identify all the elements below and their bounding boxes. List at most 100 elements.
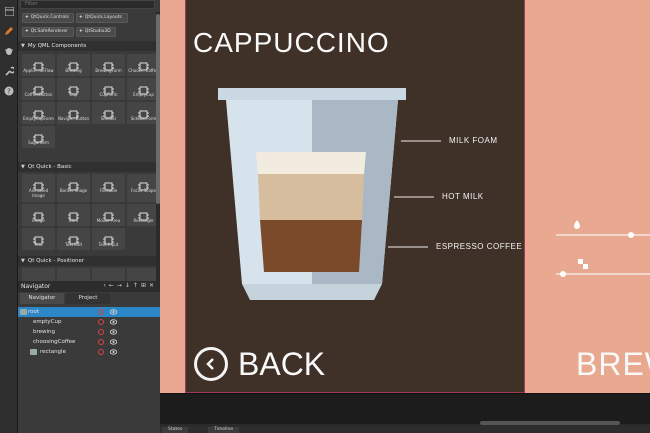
navigator-tree-row[interactable]: rectangle — [18, 347, 160, 357]
library-item[interactable]: BrewingForm — [92, 54, 125, 76]
library-item[interactable]: Applic...onFlow — [22, 54, 55, 76]
export-toggle-icon[interactable] — [98, 319, 104, 325]
filter-icon[interactable]: ⊞ — [141, 282, 149, 289]
sugar-slider-handle[interactable] — [560, 271, 566, 277]
library-item-label: Flickable — [99, 188, 118, 193]
library-item-label: Text — [34, 242, 43, 247]
ingredient-label-milk-foam: MILK FOAM — [449, 136, 498, 145]
import-button-safe-renderer[interactable]: + Qt.SafeRenderer — [22, 27, 74, 37]
section-my-qml-components[interactable]: ▼ My QML Components — [18, 41, 156, 51]
component-icon — [138, 176, 149, 191]
close-icon[interactable]: ✕ — [149, 282, 157, 289]
tab-states[interactable]: States — [162, 427, 189, 433]
section-qt-quick-positioner[interactable]: ▼ Qt Quick - Positioner — [18, 256, 156, 266]
library-item[interactable]: Naviga...Button — [57, 102, 90, 124]
tab-timeline[interactable]: Timeline — [208, 427, 240, 433]
form-editor-canvas[interactable]: CAPPUCCINO MILK FOAM HOT MILK ESPRESSO C… — [160, 0, 650, 433]
component-icon — [138, 104, 149, 119]
tab-project[interactable]: Project — [66, 293, 110, 304]
library-item-label: Naviga...Button — [57, 116, 90, 121]
canvas-horizontal-scrollbar[interactable] — [480, 421, 620, 425]
brew-button[interactable]: BREW — [576, 346, 650, 383]
back-button[interactable]: BACK — [194, 346, 325, 382]
library-item[interactable]: Text — [22, 228, 55, 250]
grid-icon[interactable] — [2, 4, 16, 18]
component-icon — [33, 230, 44, 245]
component-icon — [138, 56, 149, 71]
wrench-icon[interactable] — [2, 64, 16, 78]
library-item-label: CofffeeButton — [24, 92, 53, 97]
library-item-positioner[interactable] — [92, 268, 125, 282]
component-icon — [103, 56, 114, 71]
section-title: Qt Quick - Positioner — [27, 258, 85, 264]
library-item-label: Brewing — [65, 68, 82, 73]
library-item[interactable]: Cup — [57, 78, 90, 100]
library-item-label: Image — [32, 218, 45, 223]
bottom-tab-bar: States Timeline — [160, 426, 650, 433]
cup-lid — [218, 88, 406, 100]
tree-item-name: brewing — [33, 329, 56, 335]
arrow-up-icon[interactable]: ↑ — [133, 282, 141, 289]
library-item-positioner[interactable] — [57, 268, 90, 282]
import-label: QtStudio3D — [84, 29, 111, 34]
eye-icon[interactable] — [109, 349, 118, 355]
collapse-triangle-icon: ▼ — [21, 258, 25, 264]
arrow-right-icon[interactable]: → — [117, 282, 125, 289]
component-icon — [103, 176, 114, 191]
component-icon — [103, 230, 114, 245]
plus-icon: + — [25, 29, 29, 34]
library-item-label: Border Image — [59, 188, 88, 193]
export-toggle-icon[interactable] — [98, 309, 104, 315]
library-item[interactable]: Brewing — [57, 54, 90, 76]
library-item[interactable]: SugarItem — [22, 126, 55, 148]
component-icon — [103, 104, 114, 119]
library-item[interactable]: Text Edit — [57, 228, 90, 250]
import-button-qtquick-layouts[interactable]: + QtQuick.Layouts — [76, 13, 128, 23]
arrow-left-icon[interactable]: ← — [109, 282, 117, 289]
chevron-left-icon — [194, 347, 228, 381]
tab-navigator[interactable]: Navigator — [20, 293, 64, 304]
component-icon — [68, 80, 79, 95]
eye-icon[interactable] — [109, 319, 118, 325]
library-item[interactable]: CofffeeButton — [22, 78, 55, 100]
navigator-tree-row[interactable]: root — [18, 307, 160, 317]
section-qt-quick-basic[interactable]: ▼ Qt Quick - Basic — [18, 162, 156, 172]
export-toggle-icon[interactable] — [98, 349, 104, 355]
eye-icon[interactable] — [109, 309, 118, 315]
library-item[interactable]: Mouse Area — [92, 204, 125, 226]
library-filter-input[interactable]: Filter — [20, 0, 155, 9]
library-item[interactable]: Flickable — [92, 174, 125, 202]
item-type-icon — [30, 349, 37, 355]
component-icon — [33, 80, 44, 95]
navigator-tree-row[interactable]: brewing — [18, 327, 160, 337]
component-icon — [138, 80, 149, 95]
library-item[interactable]: EmptyCupForm — [22, 102, 55, 124]
app-preview: CAPPUCCINO MILK FOAM HOT MILK ESPRESSO C… — [160, 0, 650, 394]
svg-text:?: ? — [7, 88, 11, 96]
navigator-tree-row[interactable]: emptyCup — [18, 317, 160, 327]
library-item[interactable]: Border Image — [57, 174, 90, 202]
library-item-positioner[interactable] — [22, 268, 55, 282]
eye-icon[interactable] — [109, 339, 118, 345]
water-slider-handle[interactable] — [628, 232, 634, 238]
navigator-tree-row[interactable]: choosingCoffee — [18, 337, 160, 347]
navigator-toolbar[interactable]: ‹←→↓↑⊞✕ — [103, 282, 157, 289]
help-icon[interactable]: ? — [2, 84, 16, 98]
component-icon — [103, 80, 114, 95]
export-toggle-icon[interactable] — [98, 339, 104, 345]
bug-icon[interactable] — [2, 44, 16, 58]
tree-item-name: root — [28, 309, 40, 315]
eye-icon[interactable] — [109, 329, 118, 335]
import-button-qtstudio3d[interactable]: + QtStudio3D — [76, 27, 116, 37]
import-button-qtquick-controls[interactable]: + QtQuick.Controls — [22, 13, 74, 23]
export-toggle-icon[interactable] — [98, 329, 104, 335]
library-item[interactable]: SideBar — [92, 102, 125, 124]
library-item[interactable]: CupForm — [92, 78, 125, 100]
arrow-down-icon[interactable]: ↓ — [125, 282, 133, 289]
library-item[interactable]: Animated Image — [22, 174, 55, 202]
library-item[interactable]: Text Input — [92, 228, 125, 250]
pencil-icon[interactable] — [2, 24, 16, 38]
library-item[interactable]: Image — [22, 204, 55, 226]
library-item[interactable]: Item — [57, 204, 90, 226]
component-icon — [103, 206, 114, 221]
